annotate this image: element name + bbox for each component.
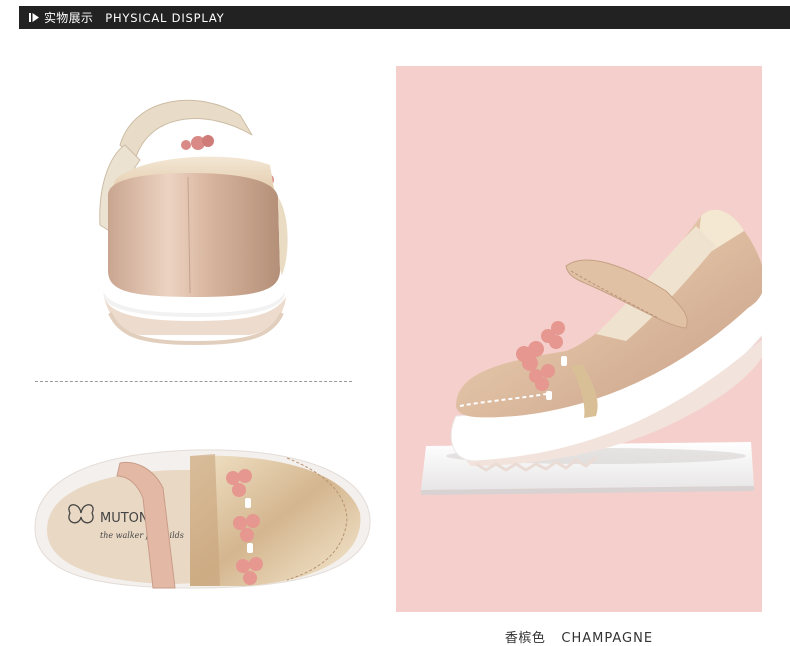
shoe-top-view-image: MUTONG the walker for childs bbox=[25, 438, 375, 598]
section-header: 实物展示 PHYSICAL DISPLAY bbox=[19, 6, 790, 29]
section-title-en: PHYSICAL DISPLAY bbox=[105, 10, 225, 25]
featured-product-panel: 香槟色 CHAMPAGNE bbox=[396, 66, 762, 646]
shoe-back-view-image bbox=[80, 85, 310, 355]
section-title-cn: 实物展示 bbox=[44, 11, 94, 25]
section-divider bbox=[35, 381, 352, 382]
insole-tagline-text: the walker for childs bbox=[100, 531, 184, 540]
color-caption: 香槟色 CHAMPAGNE bbox=[396, 627, 762, 646]
play-marker-icon bbox=[29, 12, 40, 23]
